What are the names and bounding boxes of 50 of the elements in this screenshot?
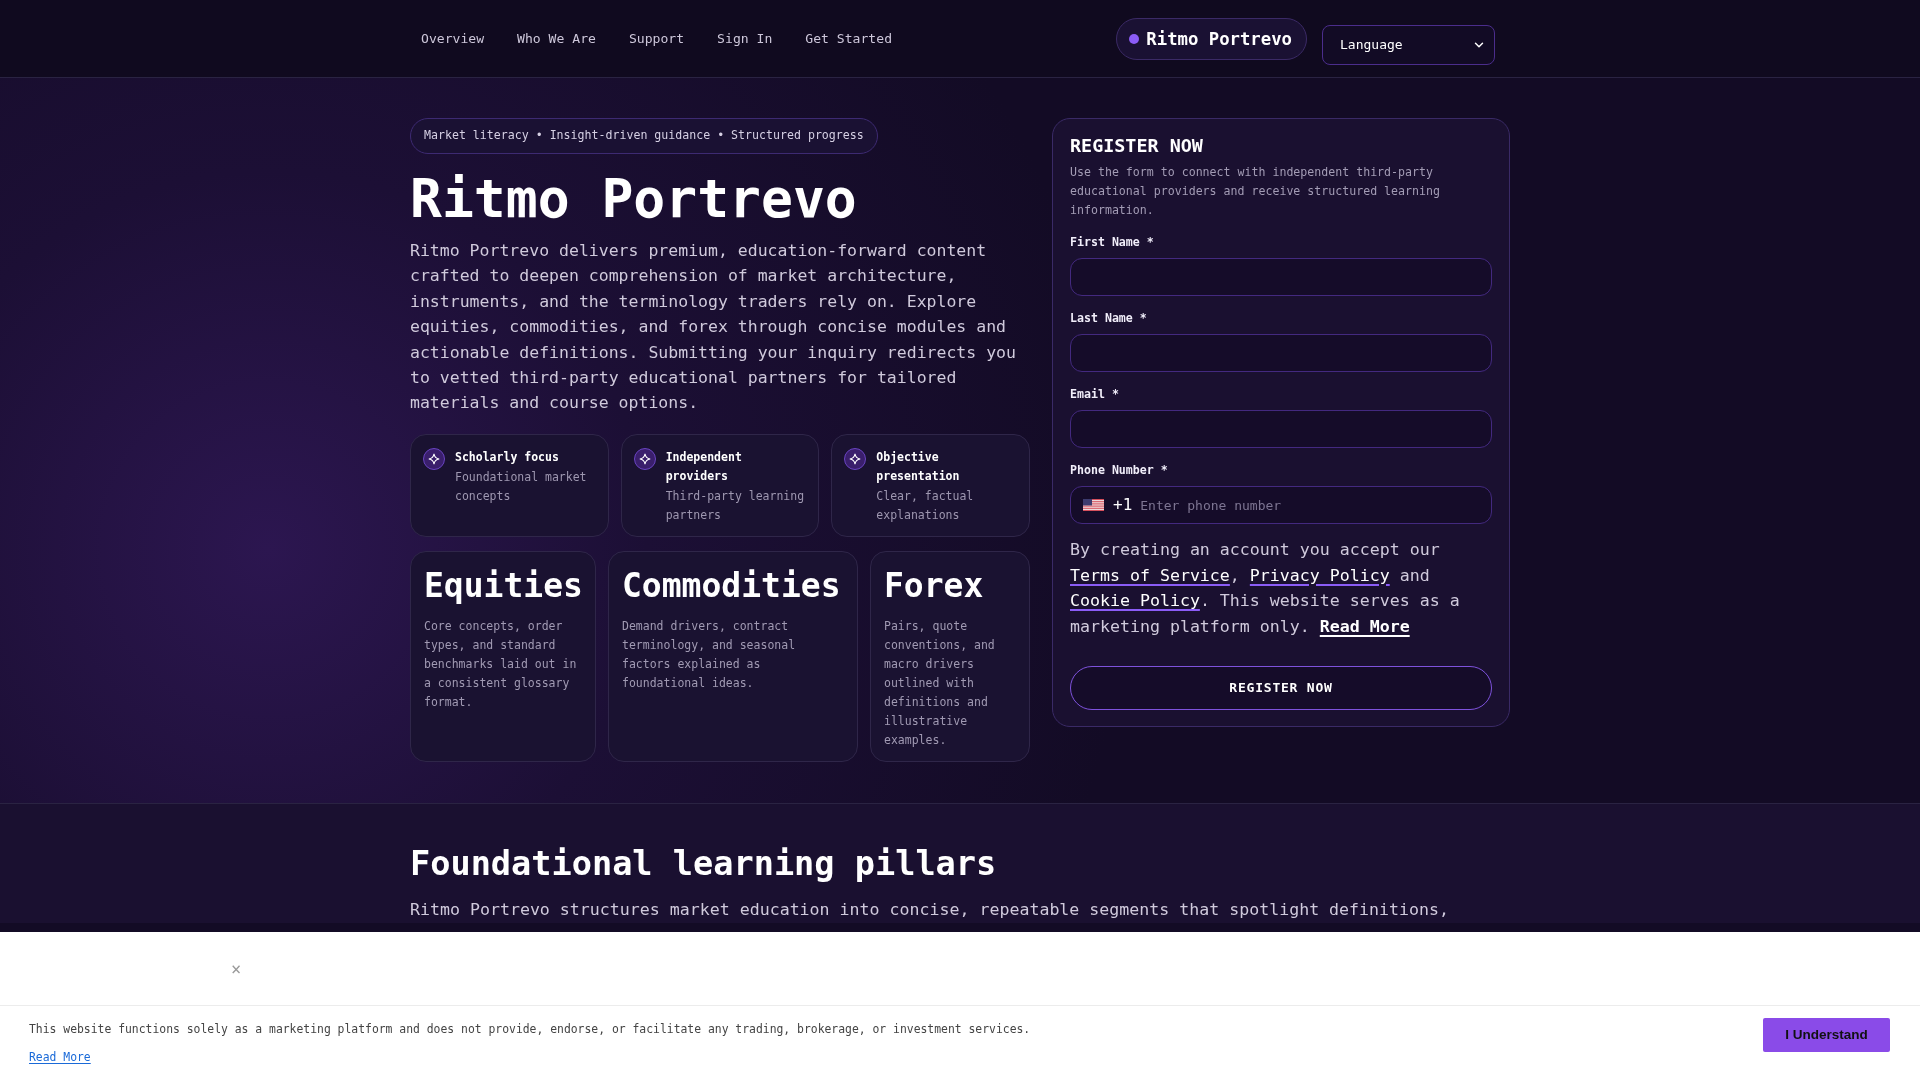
section-text: Ritmo Portrevo structures market education into concise, repeatable segments that spotlight definitions, [410, 898, 1450, 921]
hero-description: Ritmo Portrevo delivers premium, education-forward content crafted to deepen comprehension of market architecture, instruments, and the terminology traders rely on. Explore equities, commodities, and forex through concise modules and actionable definitions. Submitting your inquiry redirects you to vetted third-party educational partners for tailored materials and course options. [410, 240, 1017, 415]
policy-link[interactable]: Terms of Service [1070, 565, 1230, 585]
country-code: +1 [1113, 495, 1133, 515]
field-label: Phone Number * [1070, 461, 1169, 478]
hero-title: Ritmo Portrevo [410, 169, 858, 229]
feature-title: Objective presentation [876, 448, 961, 485]
category-text: Core concepts, order types, and standard benchmarks laid out in a consistent glossary format. [424, 618, 578, 712]
brand-link[interactable]: Ritmo Portrevo [1116, 17, 1307, 60]
sparkle-icon [633, 447, 656, 470]
understand-button[interactable]: I Understand [1763, 1018, 1890, 1052]
register-button[interactable]: REGISTER NOW [1070, 666, 1492, 710]
policy-link[interactable]: Cookie Policy [1070, 591, 1200, 610]
notice-text: This website functions solely as a marketing platform and does not provide, endorse, or facilitate any trading, brokerage, or investment services. [29, 1021, 1031, 1038]
section-title: Foundational learning pillars [410, 843, 998, 884]
category-title: Forex [884, 565, 984, 606]
language-select[interactable]: Language [1322, 24, 1495, 65]
category-title: Equities [424, 565, 583, 606]
feature-text: Foundational market concepts [455, 468, 588, 505]
nav-link[interactable]: Get Started [805, 29, 892, 48]
flag-icon [1083, 499, 1104, 511]
nav-link[interactable]: Overview [421, 29, 485, 48]
nav-link[interactable]: Sign In [717, 29, 773, 48]
nav-link[interactable]: Support [628, 29, 685, 48]
policy-link[interactable]: Privacy Policy [1249, 565, 1390, 585]
form-title: REGISTER NOW [1070, 134, 1204, 158]
input-field[interactable] [1070, 410, 1492, 448]
input-field[interactable] [1070, 334, 1492, 372]
feature-text: Third-party learning partners [665, 487, 806, 524]
category-text: Pairs, quote conventions, and macro drivers outlined with definitions and illustrative examples. [884, 618, 996, 750]
brand-name: Ritmo Portrevo [1146, 27, 1292, 50]
read-more-link[interactable]: Read More [1319, 616, 1410, 636]
field-label: Last Name * [1070, 309, 1148, 326]
phone-field[interactable]: +1 Enter phone number [1070, 486, 1492, 524]
consent-text: By creating an account you accept our Terms of Service, Privacy Policy and Cookie Policy. This website serves as a marketing platform only. Read More [1070, 539, 1461, 638]
feature-text: Clear, factual explanations [876, 487, 975, 524]
field-label: First Name * [1070, 233, 1155, 250]
input-field[interactable] [1070, 258, 1492, 296]
category-title: Commodities [622, 565, 841, 606]
field-label: Email * [1070, 385, 1120, 402]
feature-title: Scholarly focus [455, 448, 560, 466]
read-more-link[interactable]: Read More [29, 1049, 91, 1065]
sparkle-icon [844, 447, 867, 470]
feature-title: Independent providers [665, 448, 743, 485]
category-text: Demand drivers, contract terminology, and seasonal factors explained as foundational ideas. [622, 618, 797, 693]
phone-input[interactable]: Enter phone number [1140, 490, 1491, 520]
tagline: Market literacy • Insight-driven guidance • Structured progress [410, 118, 878, 154]
sparkle-icon [423, 447, 445, 470]
nav-link[interactable]: Who We Are [517, 29, 596, 48]
form-description: Use the form to connect with independent third-party educational providers and receive structured learning information. [1070, 164, 1441, 219]
